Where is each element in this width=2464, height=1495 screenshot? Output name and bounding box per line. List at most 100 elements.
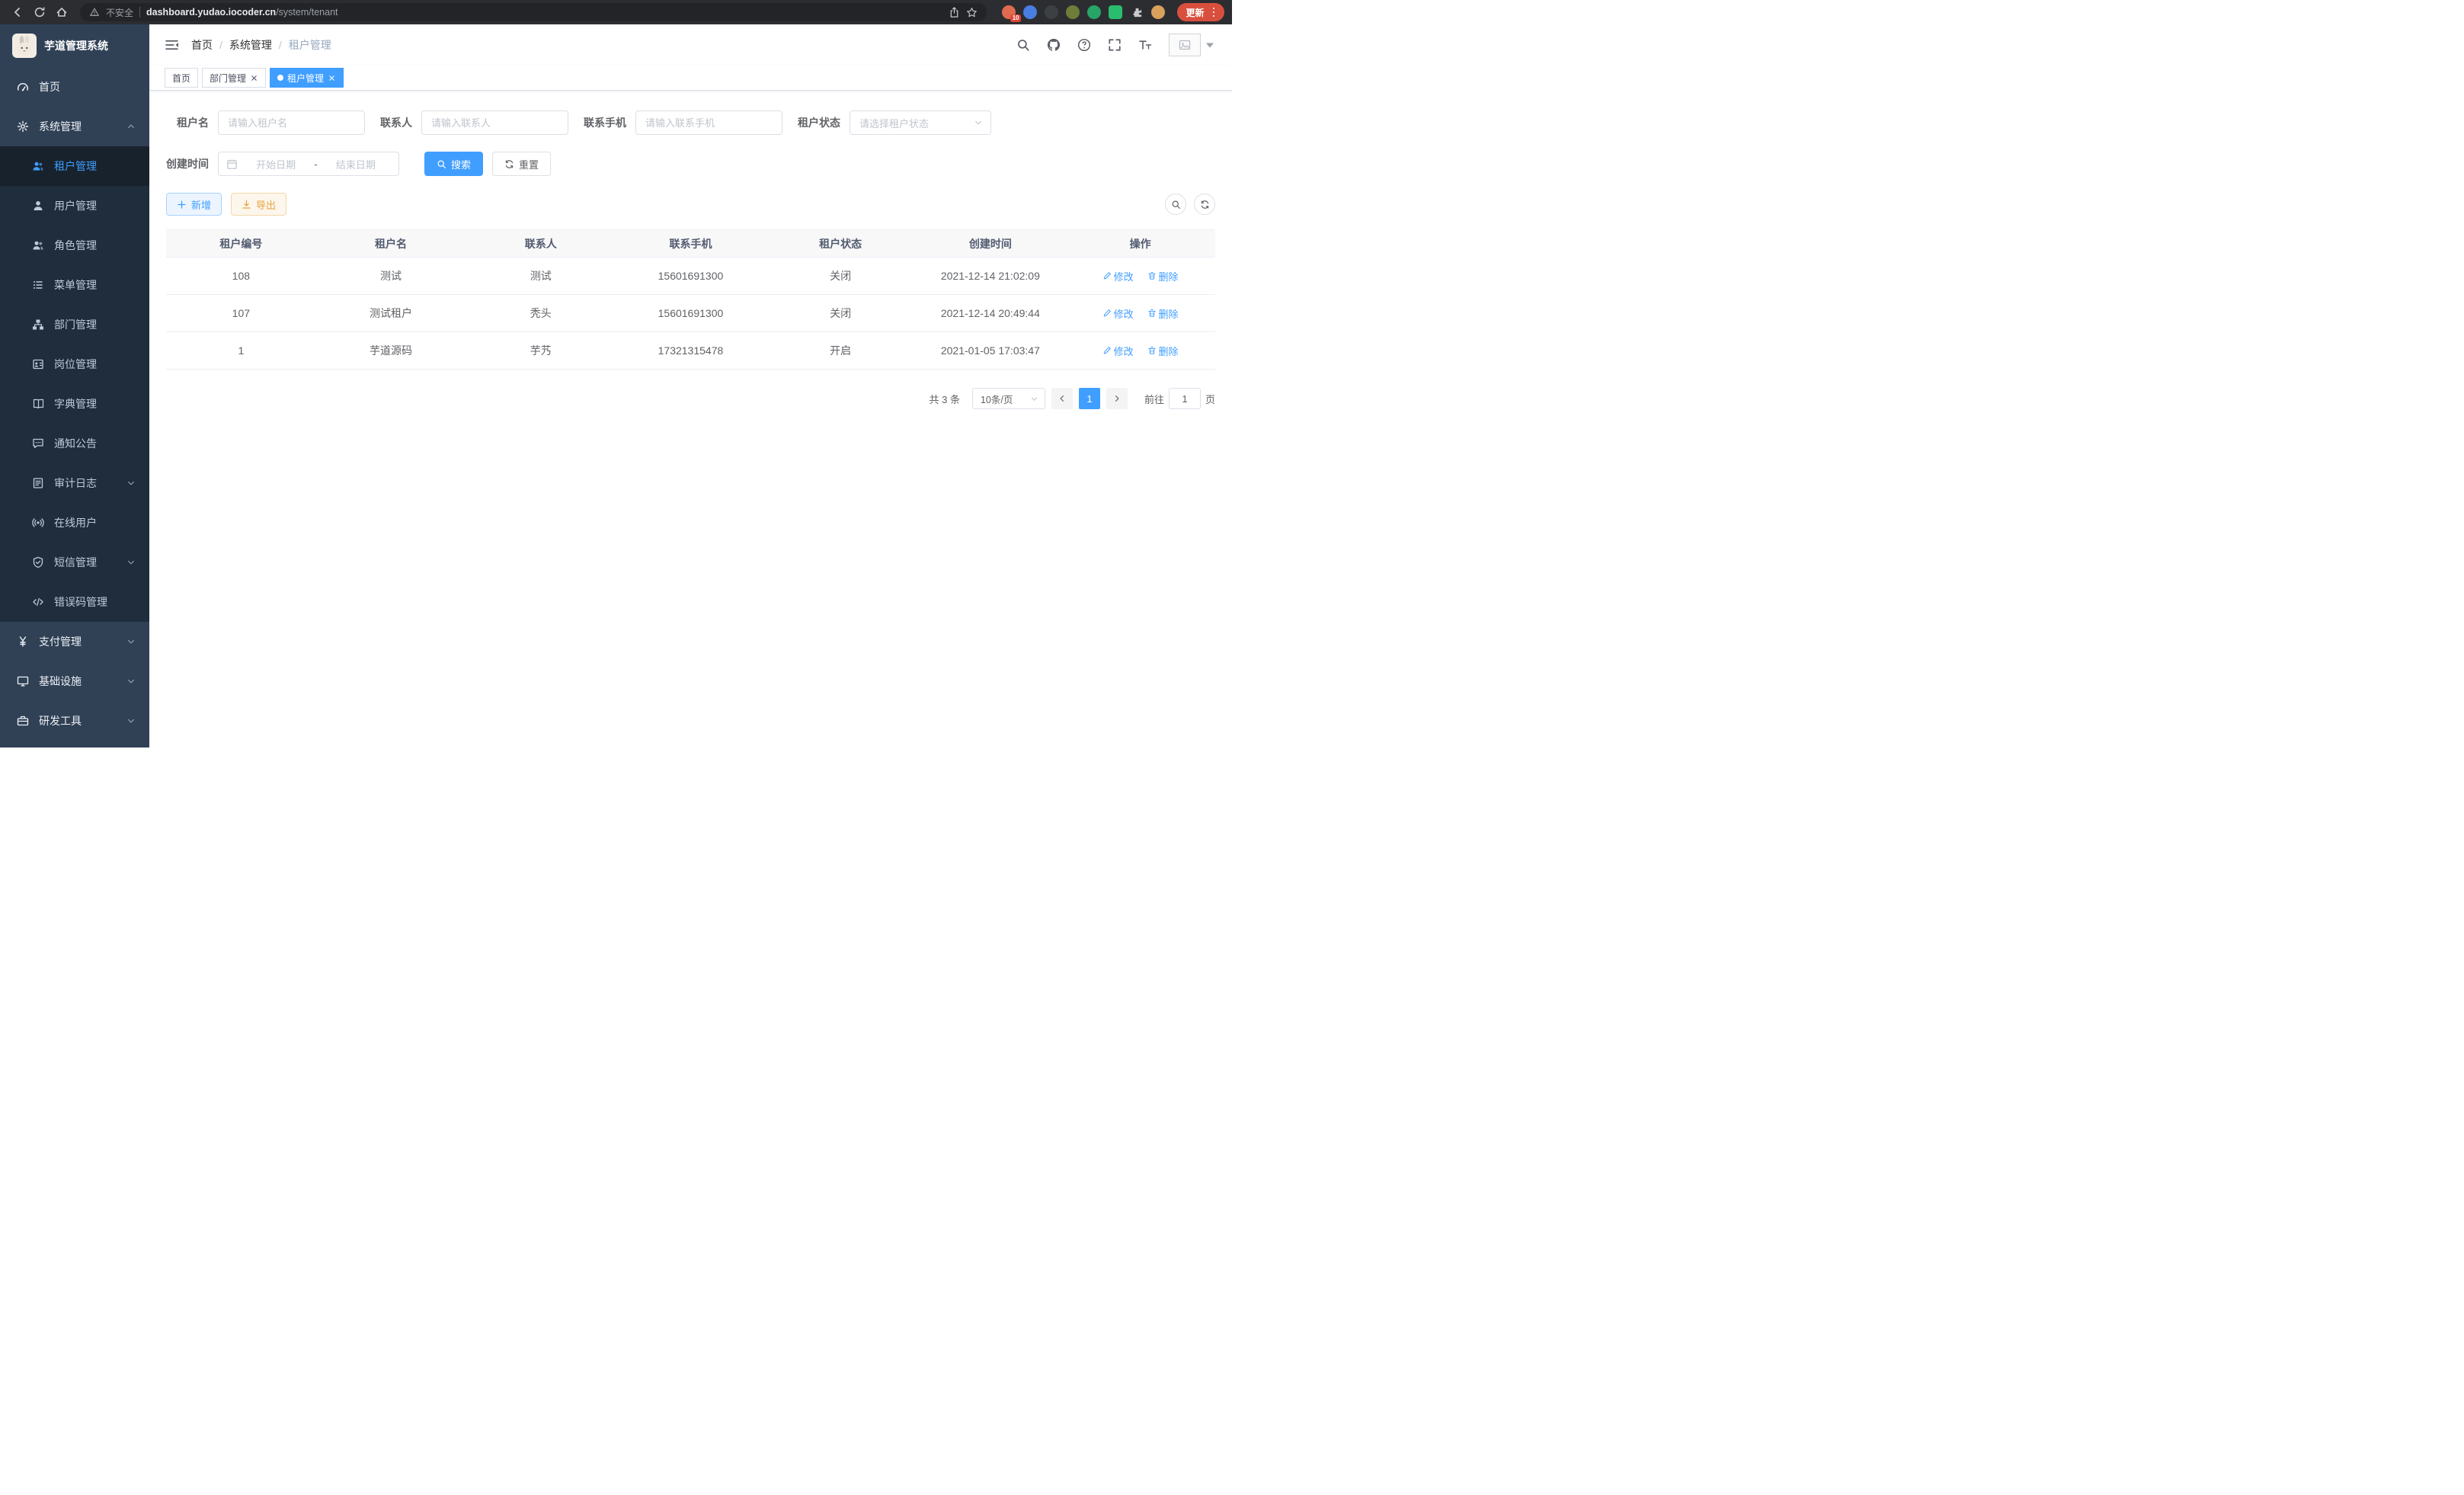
export-button[interactable]: 导出: [231, 193, 286, 216]
online-icon: [32, 517, 44, 529]
sidebar-item-dev-tools[interactable]: 研发工具: [0, 701, 149, 741]
column-header-contact[interactable]: 联系人: [466, 230, 616, 258]
extension-icon-blue[interactable]: [1023, 5, 1037, 19]
status-select[interactable]: 请选择租户状态: [850, 110, 991, 135]
filter-status: 租户状态 请选择租户状态: [798, 110, 991, 135]
tab-home[interactable]: 首页: [165, 68, 198, 88]
extension-icon-red[interactable]: 10: [1002, 5, 1016, 19]
edit-button[interactable]: 修改: [1102, 306, 1134, 321]
chevron-down-icon: [126, 637, 136, 646]
share-icon[interactable]: [949, 7, 960, 18]
breadcrumb-home[interactable]: 首页: [191, 37, 213, 53]
column-header-status[interactable]: 租户状态: [766, 230, 916, 258]
reset-button[interactable]: 重置: [492, 152, 551, 176]
refresh-table-button[interactable]: [1194, 194, 1215, 215]
prev-page-button[interactable]: [1051, 388, 1073, 409]
fullscreen-icon[interactable]: [1108, 38, 1122, 52]
page-jumper: 前往 页: [1144, 388, 1215, 409]
trash-icon: [1147, 271, 1157, 280]
breadcrumb-system[interactable]: 系统管理: [229, 37, 272, 53]
user-avatar-dropdown[interactable]: [1169, 34, 1214, 56]
sidebar-item-sms[interactable]: 短信管理: [0, 543, 149, 582]
next-page-button[interactable]: [1106, 388, 1128, 409]
table-tools: [1165, 194, 1215, 215]
column-header-created[interactable]: 创建时间: [916, 230, 1066, 258]
tab-dept[interactable]: 部门管理: [202, 68, 266, 88]
home-button[interactable]: [52, 3, 71, 22]
sidebar-item-online-users[interactable]: 在线用户: [0, 503, 149, 543]
help-icon[interactable]: [1077, 38, 1091, 52]
delete-button[interactable]: 删除: [1147, 344, 1179, 358]
sidebar-item-dict[interactable]: 字典管理: [0, 384, 149, 424]
sidebar-item-dept[interactable]: 部门管理: [0, 305, 149, 344]
sidebar-item-tenant[interactable]: 租户管理: [0, 146, 149, 186]
sidebar-item-payment[interactable]: 支付管理: [0, 622, 149, 661]
reload-button[interactable]: [30, 3, 49, 22]
yen-icon: [17, 635, 29, 648]
delete-button[interactable]: 删除: [1147, 269, 1179, 283]
search-button[interactable]: 搜索: [424, 152, 483, 176]
sidebar-item-system[interactable]: 系统管理: [0, 107, 149, 146]
date-range-picker[interactable]: 开始日期 - 结束日期: [218, 152, 399, 176]
edit-button[interactable]: 修改: [1102, 344, 1134, 358]
status-label: 租户状态: [798, 115, 840, 130]
phone-input[interactable]: [635, 110, 782, 135]
extension-icon-green[interactable]: [1087, 5, 1101, 19]
extension-icon-olive[interactable]: [1066, 5, 1080, 19]
sidebar-item-menu[interactable]: 菜单管理: [0, 265, 149, 305]
sidebar-item-user[interactable]: 用户管理: [0, 186, 149, 226]
sidebar-toggle-icon[interactable]: [165, 38, 179, 52]
page-1-button[interactable]: 1: [1079, 388, 1100, 409]
github-icon[interactable]: [1047, 38, 1061, 52]
font-size-icon[interactable]: [1138, 38, 1152, 52]
chevron-down-icon: [126, 479, 136, 488]
browser-update-button[interactable]: 更新: [1177, 3, 1224, 21]
browser-menu-icon[interactable]: [1211, 6, 1217, 19]
contact-label: 联系人: [380, 115, 412, 130]
add-button[interactable]: 新增: [166, 193, 222, 216]
sidebar-item-role[interactable]: 角色管理: [0, 226, 149, 265]
extension-icon-chat[interactable]: [1109, 5, 1122, 19]
breadcrumb-separator: /: [219, 39, 222, 51]
profile-avatar-icon[interactable]: [1151, 5, 1165, 19]
back-button[interactable]: [8, 3, 27, 22]
address-bar[interactable]: 不安全 dashboard.yudao.iocoder.cn/system/te…: [80, 3, 987, 21]
sidebar-item-post[interactable]: 岗位管理: [0, 344, 149, 384]
tenant-name-input[interactable]: [218, 110, 365, 135]
column-header-phone[interactable]: 联系手机: [616, 230, 766, 258]
edit-icon: [1102, 271, 1112, 280]
sidebar-item-error-code[interactable]: 错误码管理: [0, 582, 149, 622]
cell-tenant-name: 测试租户: [316, 295, 466, 332]
column-header-tenant-name[interactable]: 租户名: [316, 230, 466, 258]
close-icon[interactable]: [250, 74, 258, 82]
search-icon[interactable]: [1016, 38, 1030, 52]
image-placeholder-icon: [1179, 39, 1191, 51]
shield-icon: [32, 556, 44, 568]
extension-icon-dark[interactable]: [1045, 5, 1058, 19]
toggle-search-button[interactable]: [1165, 194, 1186, 215]
chevron-up-icon: [126, 122, 136, 131]
tab-tenant[interactable]: 租户管理: [270, 68, 344, 88]
sidebar-item-infra[interactable]: 基础设施: [0, 661, 149, 701]
column-header-tenant-id[interactable]: 租户编号: [166, 230, 316, 258]
goto-page-input[interactable]: [1169, 388, 1201, 409]
close-icon[interactable]: [328, 74, 336, 82]
page-size-select[interactable]: 10条/页: [972, 388, 1045, 409]
delete-button[interactable]: 删除: [1147, 306, 1179, 321]
sidebar-item-notice[interactable]: 通知公告: [0, 424, 149, 463]
contact-input[interactable]: [421, 110, 568, 135]
date-range-separator: -: [314, 158, 317, 170]
security-label: 不安全: [106, 6, 133, 19]
extensions-puzzle-icon[interactable]: [1130, 5, 1144, 19]
column-header-actions: 操作: [1065, 230, 1215, 258]
edit-button[interactable]: 修改: [1102, 269, 1134, 283]
filter-row-2: 创建时间 开始日期 - 结束日期 搜索 重置: [166, 152, 1215, 176]
bookmark-star-icon[interactable]: [966, 7, 978, 18]
date-start-input[interactable]: 开始日期: [241, 157, 311, 171]
id-card-icon: [32, 358, 44, 370]
sidebar-item-home[interactable]: 首页: [0, 67, 149, 107]
sidebar-item-audit-log[interactable]: 审计日志: [0, 463, 149, 503]
url-path: /system/tenant: [276, 7, 338, 18]
sidebar-logo[interactable]: 芋道管理系统: [0, 24, 149, 67]
date-end-input[interactable]: 结束日期: [321, 157, 391, 171]
